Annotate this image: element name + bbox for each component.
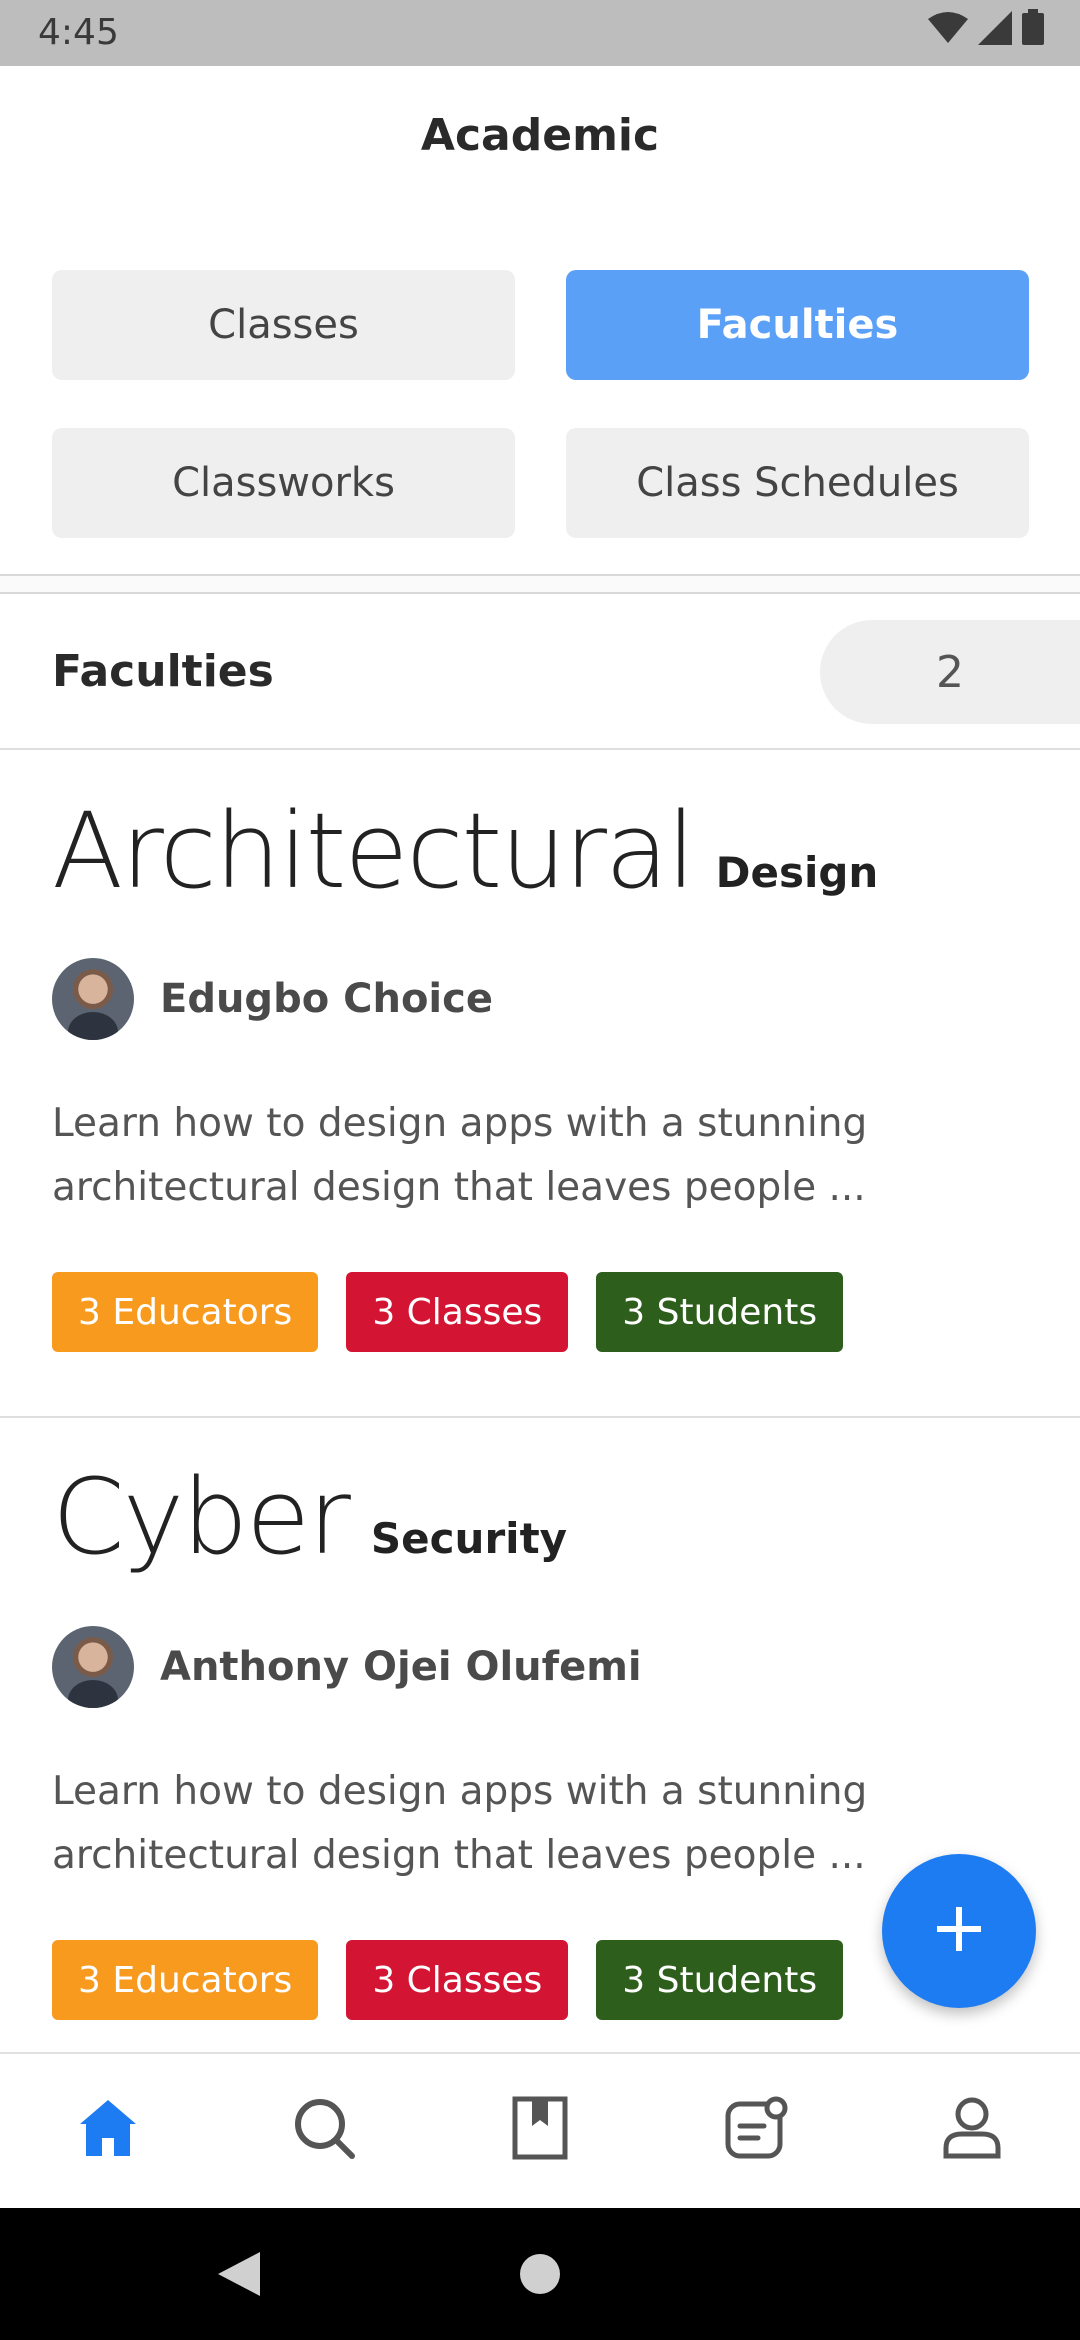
home-circle-icon[interactable] (520, 2254, 560, 2298)
nav-profile[interactable] (936, 2094, 1008, 2166)
card-tags: 3 Educators 3 Classes 3 Students (52, 1272, 844, 1352)
status-icons (928, 9, 1044, 54)
card-title: Architectural Design (52, 790, 878, 912)
card-description: Learn how to design apps with a stunning… (52, 1101, 868, 1210)
nav-home[interactable] (72, 2094, 144, 2166)
battery-icon (1022, 1, 1044, 67)
avatar (52, 1626, 134, 1708)
card-title-main: Architectural (52, 790, 696, 912)
classes-badge: 3 Classes (346, 1940, 569, 2020)
section-divider (0, 574, 1080, 594)
author-name: Anthony Ojei Olufemi (160, 1644, 642, 1690)
divider (0, 748, 1080, 750)
tab-classworks[interactable]: Classworks (52, 428, 515, 538)
card-author: Edugbo Choice (52, 958, 493, 1040)
author-name: Edugbo Choice (160, 976, 493, 1022)
system-nav-bar (0, 2208, 1080, 2340)
list-title: Faculties (52, 646, 274, 697)
tab-classes[interactable]: Classes (52, 270, 515, 380)
classes-badge: 3 Classes (346, 1272, 569, 1352)
educators-badge: 3 Educators (52, 1272, 319, 1352)
bookmark-icon (512, 2096, 568, 2164)
card-title-main: Cyber (52, 1456, 351, 1578)
signal-icon (978, 1, 1012, 67)
count-badge: 2 (820, 620, 1080, 724)
card-title-sub: Design (715, 848, 879, 897)
nav-notes[interactable] (720, 2094, 792, 2166)
educators-badge: 3 Educators (52, 1940, 319, 2020)
card-description: Learn how to design apps with a stunning… (52, 1769, 868, 1878)
nav-bookmarks[interactable] (504, 2094, 576, 2166)
nav-search[interactable] (288, 2094, 360, 2166)
avatar (52, 958, 134, 1040)
home-icon (76, 2096, 140, 2164)
wifi-icon (928, 1, 968, 67)
divider (0, 1416, 1080, 1418)
tab-faculties[interactable]: Faculties (566, 270, 1029, 380)
tab-class-schedules[interactable]: Class Schedules (566, 428, 1029, 538)
add-button[interactable] (882, 1854, 1036, 2008)
back-icon[interactable] (218, 2252, 260, 2300)
status-bar: 4:45 (0, 0, 1080, 66)
card-title-sub: Security (370, 1514, 568, 1563)
status-time: 4:45 (38, 12, 119, 53)
profile-icon (942, 2096, 1002, 2164)
bottom-nav (0, 2052, 1080, 2208)
search-icon (292, 2096, 356, 2164)
notes-icon (724, 2096, 788, 2164)
card-author: Anthony Ojei Olufemi (52, 1626, 642, 1708)
students-badge: 3 Students (596, 1272, 844, 1352)
plus-icon (937, 1907, 981, 1955)
card-title: Cyber Security (52, 1456, 567, 1578)
card-tags: 3 Educators 3 Classes 3 Students (52, 1940, 844, 2020)
page-title: Academic (420, 110, 660, 161)
students-badge: 3 Students (596, 1940, 844, 2020)
count-value: 2 (936, 646, 964, 698)
